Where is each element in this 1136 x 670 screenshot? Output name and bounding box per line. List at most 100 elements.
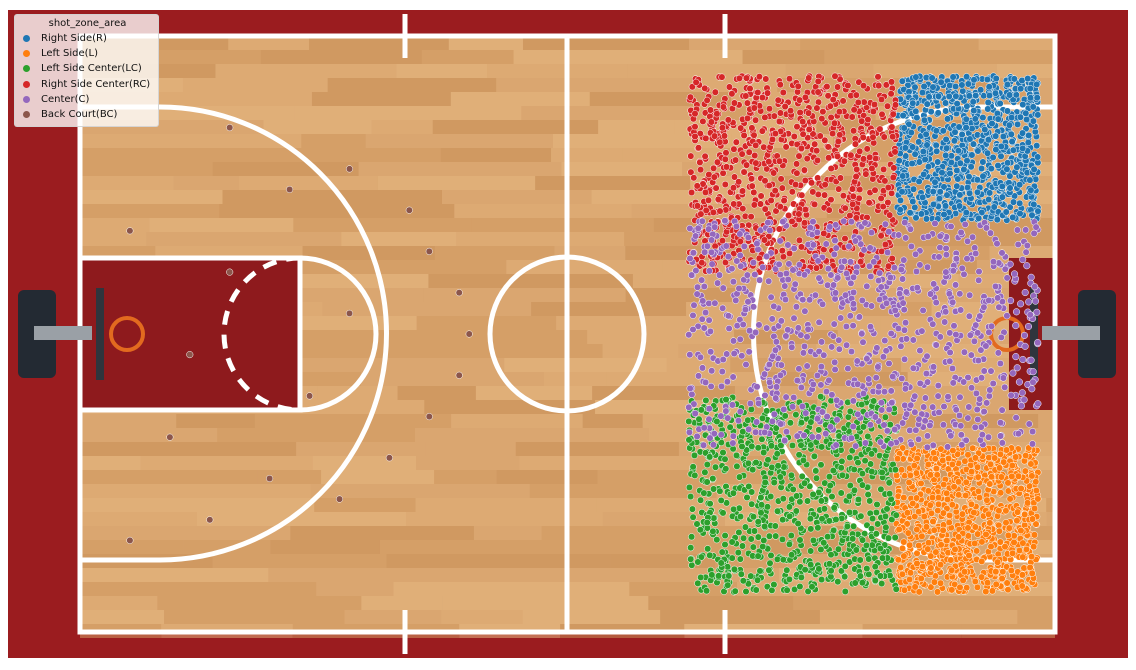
shot-point [872,530,880,538]
shot-point [773,507,782,515]
shot-point [878,580,886,588]
shot-point [817,497,825,505]
shot-point [767,492,775,501]
shot-point [919,148,927,156]
shot-point [708,236,716,244]
shot-point [792,181,800,189]
shot-point [930,200,938,208]
shot-point [1012,353,1020,361]
shot-point [757,509,765,517]
shot-point [1013,517,1021,525]
shot-point [730,200,738,208]
shot-point [886,490,894,498]
shot-point [974,147,982,155]
shot-point [1014,472,1023,480]
shot-point [915,541,923,550]
shot-point [709,230,717,238]
shot-point [783,566,791,574]
shot-point [1028,385,1036,393]
shot-point [1026,85,1034,93]
shot-point [785,575,793,583]
shot-point [815,565,823,573]
left-backboard [96,288,104,380]
shot-point [826,482,834,490]
shot-point [974,357,982,365]
shot-point [687,544,695,552]
shot-point [899,275,907,283]
shot-point [768,135,777,144]
shot-point [754,518,762,526]
shot-point [943,191,951,199]
shot-point [907,440,915,448]
shot-point [716,487,724,495]
shot-point [958,510,966,518]
shot-point [887,329,895,338]
shot-point [696,526,704,534]
shot-point [813,147,821,155]
shot-point [690,301,698,309]
shot-point [819,300,827,308]
shot-point [1028,569,1036,577]
shot-point [898,544,907,552]
shot-point [868,450,876,458]
shot-point [739,321,747,329]
shot-point [985,328,993,336]
shot-point [1018,129,1027,137]
shot-point [1020,331,1029,339]
shot-point [962,209,970,217]
shot-point [947,432,955,440]
shot-point [984,98,992,107]
shot-point [923,141,931,149]
shot-point [888,123,896,131]
shot-point [724,312,732,320]
shot-point [884,183,892,192]
shot-point [877,194,885,202]
shot-point [845,492,853,500]
shot-point [991,89,1000,97]
shot-point [873,344,881,352]
shot-point [761,428,769,436]
shot-point [788,217,796,225]
shot-point [696,353,705,361]
shot-point [876,544,884,553]
shot-point [990,203,998,211]
shot-point [821,191,829,199]
shot-point [729,439,737,447]
shot-point [892,511,900,519]
shot-point [957,306,965,314]
shot-point [686,93,694,101]
shot-point [266,474,274,483]
shot-point [782,332,790,340]
shot-point [785,503,793,511]
shot-point [1034,495,1042,503]
shot-point [708,571,716,579]
shot-point [781,103,789,111]
shot-point [1005,524,1013,532]
shot-point [864,432,872,440]
shot-point [825,560,834,568]
shot-point [1034,400,1042,408]
shot-point [775,260,783,268]
shot-point [975,276,983,284]
shot-point [997,489,1005,497]
shot-point [831,72,839,80]
shot-point [1022,248,1030,256]
shot-point [1007,566,1015,575]
shot-point [698,315,706,323]
shot-point [799,349,807,357]
shot-point [1021,510,1029,519]
shot-point [965,551,973,560]
shot-point [878,110,886,118]
shot-point [765,158,773,166]
shot-point [967,163,975,171]
shot-point [706,500,714,508]
shot-point [974,415,982,424]
shot-point [811,140,819,148]
shot-point [894,324,902,333]
shot-point [728,538,736,546]
shot-point [818,515,826,523]
shot-point [946,81,954,90]
shot-point [1002,208,1010,216]
shot-point [961,568,969,576]
shot-point [735,178,743,186]
